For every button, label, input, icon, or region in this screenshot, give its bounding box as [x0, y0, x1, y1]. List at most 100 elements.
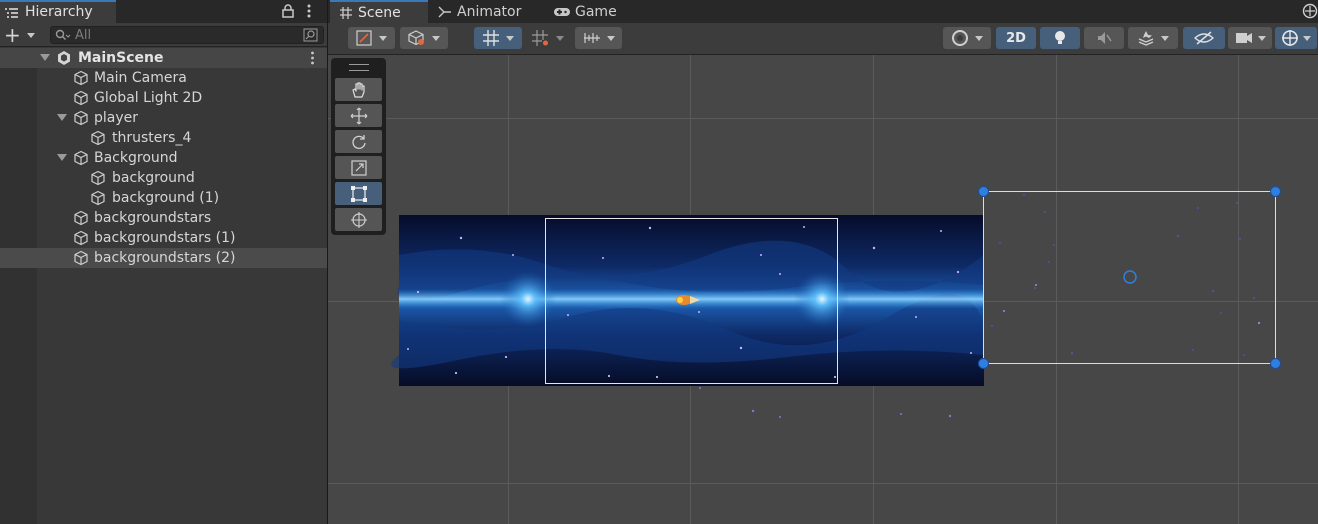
kebab-menu-icon[interactable]	[306, 4, 312, 18]
grid-snap-button[interactable]	[474, 27, 522, 49]
chevron-down-icon	[606, 35, 615, 41]
scale-tool-button[interactable]	[335, 156, 382, 179]
hierarchy-item-label: Global Light 2D	[94, 90, 203, 106]
tab-animator[interactable]: Animator	[438, 0, 538, 23]
backgroundstars-2-sprite[interactable]	[991, 194, 1261, 356]
gameobject-cube-icon	[74, 250, 88, 266]
scene-name: MainScene	[78, 50, 164, 66]
scene-canvas	[391, 186, 1281, 418]
hierarchy-item-global-light-2d[interactable]: Global Light 2D	[0, 88, 327, 108]
tab-label: Game	[575, 3, 617, 20]
expand-arrow-icon[interactable]	[40, 54, 50, 61]
ruler-button[interactable]	[575, 27, 622, 49]
hierarchy-item-label: backgroundstars (2)	[94, 250, 236, 266]
animator-icon	[438, 6, 451, 17]
gizmos-button[interactable]	[1275, 27, 1317, 49]
orientation-button[interactable]	[943, 27, 991, 49]
hierarchy-title: Hierarchy	[25, 4, 93, 20]
gameobject-cube-icon	[91, 130, 105, 146]
hidden-eye-icon	[1194, 31, 1214, 45]
scene-viewport[interactable]	[328, 55, 1318, 524]
backgroundstars-sprite[interactable]	[699, 387, 952, 418]
gameobject-cube-icon	[91, 190, 105, 206]
chevron-down-icon	[432, 35, 440, 41]
chevron-down-icon	[379, 35, 387, 41]
gameobject-cube-icon	[74, 230, 88, 246]
render-mode-button[interactable]	[400, 27, 448, 49]
search-placeholder: All	[75, 28, 92, 43]
drag-handle[interactable]	[349, 64, 369, 71]
hierarchy-item-background-1[interactable]: background (1)	[0, 188, 327, 208]
rect-handle-bottom-left[interactable]	[978, 358, 989, 369]
rect-tool-button[interactable]	[335, 182, 382, 205]
audio-toggle[interactable]	[1084, 27, 1124, 49]
hand-tool-button[interactable]	[335, 78, 382, 101]
scene-search-mode-icon[interactable]	[303, 28, 319, 42]
gameobject-cube-icon	[74, 70, 88, 86]
hierarchy-item-thrusters[interactable]: thrusters_4	[0, 128, 327, 148]
hierarchy-item-label: thrusters_4	[112, 130, 192, 146]
tab-hierarchy[interactable]: Hierarchy	[0, 0, 116, 23]
scene-camera-button[interactable]	[1228, 27, 1272, 49]
gameobject-cube-icon	[74, 110, 88, 126]
lightbulb-icon	[1055, 31, 1065, 44]
rect-transform-icon	[350, 185, 367, 202]
add-object-button[interactable]: +	[4, 24, 40, 46]
draw-mode-icon	[356, 30, 372, 46]
tab-game[interactable]: Game	[553, 0, 633, 23]
effects-button[interactable]	[1128, 27, 1178, 49]
2d-mode-toggle[interactable]: 2D	[996, 27, 1036, 49]
hierarchy-item-label: Background	[94, 150, 178, 166]
rect-handle-bottom-right[interactable]	[1270, 358, 1281, 369]
hierarchy-item-background-group[interactable]: Background	[0, 148, 327, 168]
rotate-icon	[351, 134, 366, 149]
mute-icon	[1098, 32, 1112, 44]
hierarchy-item-label: backgroundstars	[94, 210, 212, 226]
transform-tool-button[interactable]	[335, 208, 382, 231]
increment-snap-button[interactable]	[526, 27, 570, 49]
hierarchy-item-background[interactable]: background	[0, 168, 327, 188]
gameobject-cube-icon	[74, 150, 88, 166]
scene-visibility-toggle[interactable]	[1183, 27, 1225, 49]
hierarchy-item-label: Main Camera	[94, 70, 187, 86]
gameobject-cube-icon	[91, 170, 105, 186]
hierarchy-item-label: background	[112, 170, 195, 186]
scale-icon	[350, 159, 367, 176]
hand-icon	[351, 81, 365, 98]
maximize-icon[interactable]	[1302, 3, 1318, 19]
rect-handle-top-right[interactable]	[1270, 186, 1281, 197]
tab-scene[interactable]: Scene	[330, 0, 428, 23]
transform-icon	[350, 211, 367, 228]
expand-arrow-icon[interactable]	[57, 114, 67, 121]
scene-menu-icon[interactable]	[310, 51, 315, 65]
hierarchy-item-label: player	[94, 110, 139, 126]
tools-overlay	[331, 58, 386, 235]
draw-mode-button[interactable]	[348, 27, 395, 49]
hierarchy-scene-row[interactable]: MainScene	[0, 48, 327, 68]
hierarchy-search-input[interactable]: All	[50, 26, 324, 44]
hierarchy-item-label: backgroundstars (1)	[94, 230, 236, 246]
hierarchy-item-backgroundstars-1[interactable]: backgroundstars (1)	[0, 228, 327, 248]
gamepad-icon	[554, 7, 570, 16]
hierarchy-item-main-camera[interactable]: Main Camera	[0, 68, 327, 88]
chevron-down-icon	[505, 35, 514, 41]
hierarchy-item-label: background (1)	[112, 190, 220, 206]
expand-arrow-icon[interactable]	[57, 154, 67, 161]
chevron-down-icon	[26, 32, 35, 38]
unity-scene-icon	[58, 51, 70, 65]
chevron-down-icon	[975, 35, 983, 41]
rotate-tool-button[interactable]	[335, 130, 382, 153]
move-tool-button[interactable]	[335, 104, 382, 127]
lighting-toggle[interactable]	[1040, 27, 1080, 49]
increment-snap-icon	[532, 30, 548, 46]
rect-handle-top-left[interactable]	[978, 186, 989, 197]
selection-rect-gizmo[interactable]	[983, 191, 1276, 364]
hierarchy-item-backgroundstars-2[interactable]: backgroundstars (2)	[0, 248, 327, 268]
lock-icon[interactable]	[282, 4, 294, 18]
gameobject-cube-icon	[74, 210, 88, 226]
grid-snap-icon	[482, 30, 499, 46]
camera-icon	[1235, 33, 1252, 43]
hierarchy-item-player[interactable]: player	[0, 108, 327, 128]
hierarchy-item-backgroundstars[interactable]: backgroundstars	[0, 208, 327, 228]
tab-label: Animator	[457, 3, 522, 20]
